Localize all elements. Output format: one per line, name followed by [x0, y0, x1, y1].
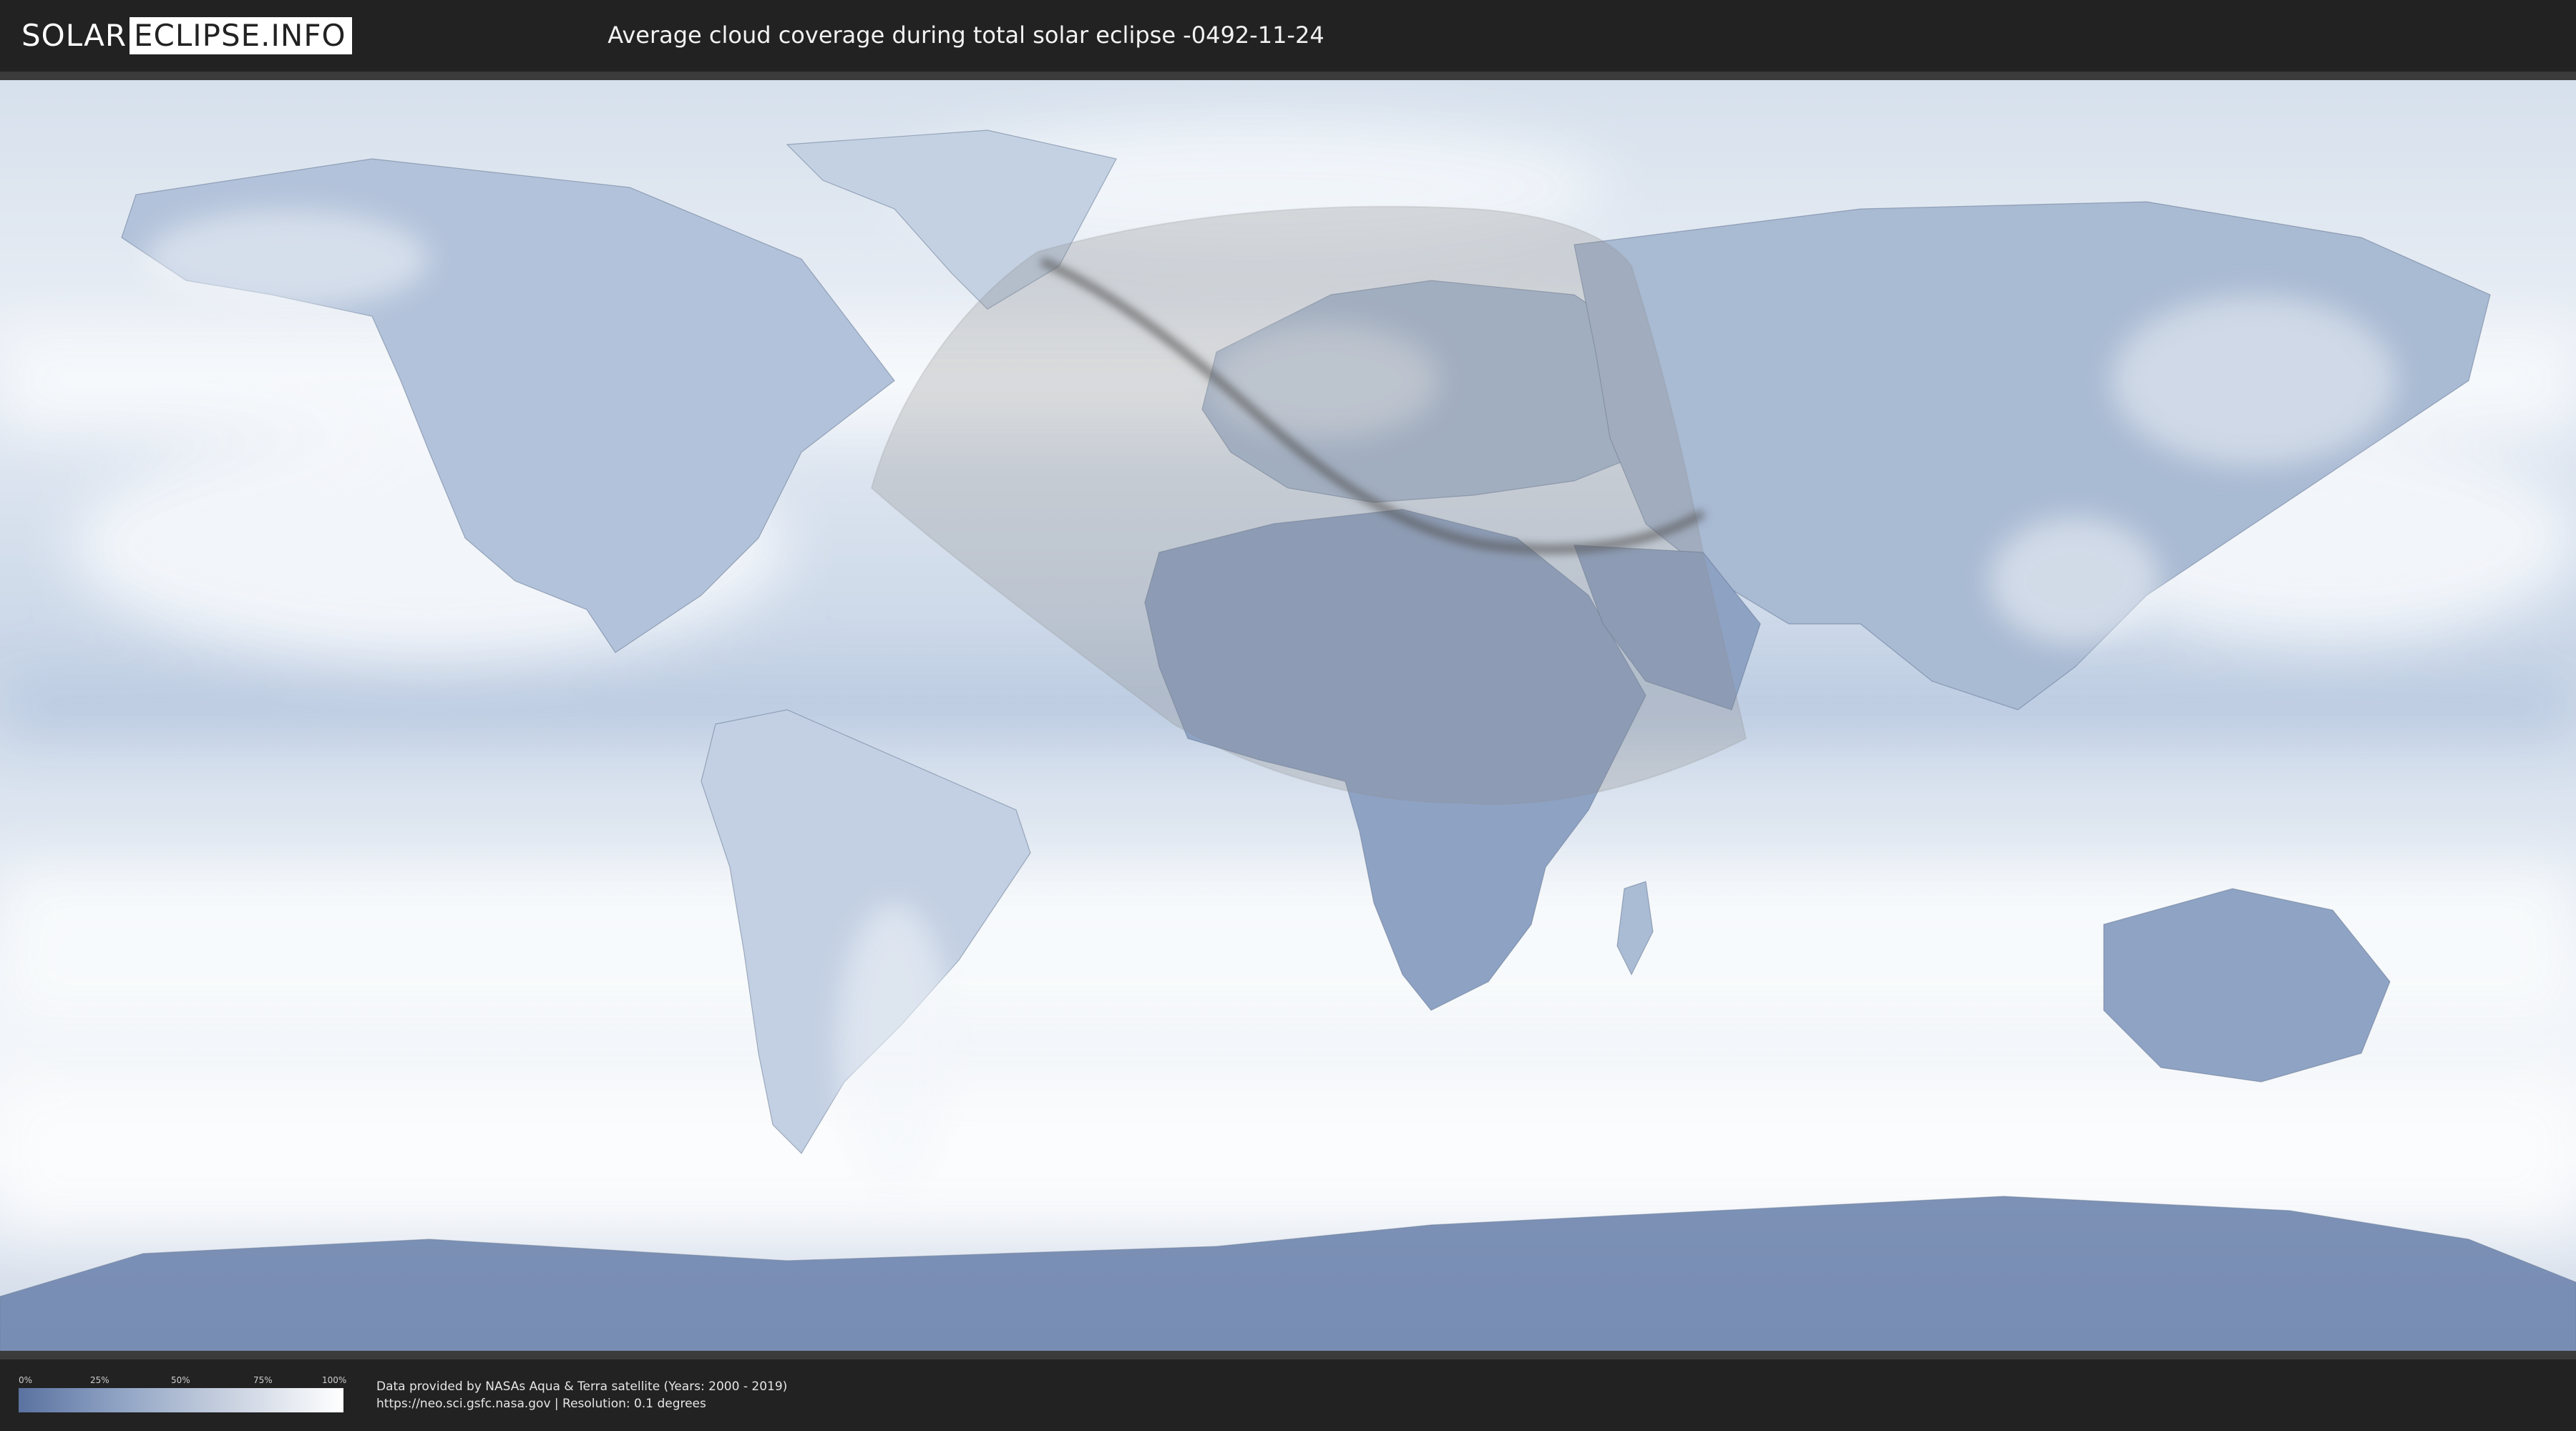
header: SOLAR ECLIPSE.INFO Average cloud coverag…	[0, 0, 2576, 72]
legend-tick-0: 0%	[19, 1375, 33, 1385]
data-attribution: Data provided by NASAs Aqua & Terra sate…	[376, 1378, 787, 1412]
footer: 0% 25% 50% 75% 100% Data provided by NAS…	[0, 1359, 2576, 1431]
attribution-line-2: https://neo.sci.gsfc.nasa.gov | Resoluti…	[376, 1397, 706, 1411]
cloud-coverage-map[interactable]	[0, 80, 2576, 1351]
page-title: Average cloud coverage during total sola…	[608, 21, 1324, 49]
legend-tick-75: 75%	[253, 1375, 273, 1385]
attribution-line-1: Data provided by NASAs Aqua & Terra sate…	[376, 1379, 788, 1394]
legend-tick-25: 25%	[90, 1375, 109, 1385]
legend-tick-100: 100%	[322, 1375, 347, 1385]
legend-tick-labels: 0% 25% 50% 75% 100%	[19, 1375, 347, 1385]
legend-tick-50: 50%	[171, 1375, 190, 1385]
cloud-coverage-legend-bar	[19, 1388, 343, 1412]
map-frame	[0, 72, 2576, 1359]
